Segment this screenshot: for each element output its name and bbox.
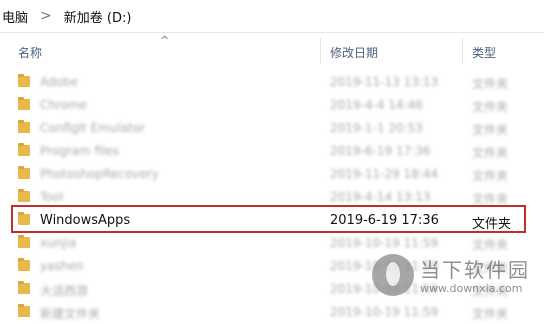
file-type: 文件夹: [472, 77, 509, 91]
file-date: 2019-1-1 20:53: [330, 121, 423, 135]
column-divider[interactable]: [320, 38, 321, 64]
folder-icon: [18, 143, 30, 156]
breadcrumb-separator-icon[interactable]: >: [30, 8, 62, 24]
file-row[interactable]: ConfigIt Emulator 2019-1-1 20:53 文件夹: [0, 118, 544, 140]
file-row[interactable]: Chrome 2019-4-4 14:46 文件夹: [0, 95, 544, 117]
file-date: 2019-4-14 13:13: [330, 190, 431, 204]
file-date: 2019-11-29 18:44: [330, 167, 439, 181]
folder-icon: [18, 74, 30, 87]
file-name: Tool: [40, 190, 64, 204]
file-name: 新建文件夹: [40, 307, 101, 321]
column-type[interactable]: 类型: [472, 44, 496, 61]
file-row[interactable]: PhotoshopRecovery 2019-11-29 18:44 文件夹: [0, 164, 544, 186]
highlight-annotation-box: [11, 205, 526, 233]
folder-icon: [18, 97, 30, 110]
watermark-text: 当下软件园: [420, 258, 530, 282]
file-name: Adobe: [40, 75, 78, 89]
file-type: 文件夹: [472, 169, 509, 183]
file-date: 2019-6-19 17:36: [330, 144, 431, 158]
watermark-logo-icon: [372, 254, 414, 296]
file-name: ConfigIt Emulator: [40, 121, 146, 135]
file-type: 文件夹: [472, 100, 509, 114]
file-name: yashen: [40, 259, 84, 273]
folder-icon: [18, 258, 30, 271]
breadcrumb-segment-pc[interactable]: 电脑: [0, 7, 30, 26]
column-name[interactable]: 名称: [18, 44, 42, 61]
file-date: 2019-4-4 14:46: [330, 98, 423, 112]
breadcrumb-segment-drive[interactable]: 新加卷 (D:): [62, 7, 134, 26]
file-type: 文件夹: [472, 146, 509, 160]
file-type: 文件夹: [472, 123, 509, 137]
folder-icon: [18, 281, 30, 294]
watermark: 当下软件园 www.downxia.com: [368, 250, 544, 316]
file-row[interactable]: Adobe 2019-11-13 13:13 文件夹: [0, 72, 544, 94]
folder-icon: [18, 189, 30, 202]
file-name: PhotoshopRecovery: [40, 167, 159, 181]
folder-icon: [18, 120, 30, 133]
column-header: 名称 ^ 修改日期 类型: [0, 34, 544, 64]
file-name: Chrome: [40, 98, 88, 112]
folder-icon: [18, 166, 30, 179]
file-row[interactable]: Program files 2019-6-19 17:36 文件夹: [0, 141, 544, 163]
file-name: 大话西游: [40, 284, 89, 298]
folder-icon: [18, 235, 30, 248]
breadcrumb: 电脑 > 新加卷 (D:): [0, 0, 544, 33]
watermark-url: www.downxia.com: [420, 282, 523, 295]
file-name: Program files: [40, 144, 119, 158]
file-name: xunjia: [40, 236, 77, 250]
column-modified[interactable]: 修改日期: [330, 44, 378, 61]
sort-ascending-icon: ^: [160, 34, 170, 47]
file-date: 2019-11-13 13:13: [330, 75, 439, 89]
file-date: 2019-10-19 11:59: [330, 236, 439, 250]
column-divider[interactable]: [462, 38, 463, 64]
folder-icon: [18, 304, 30, 317]
